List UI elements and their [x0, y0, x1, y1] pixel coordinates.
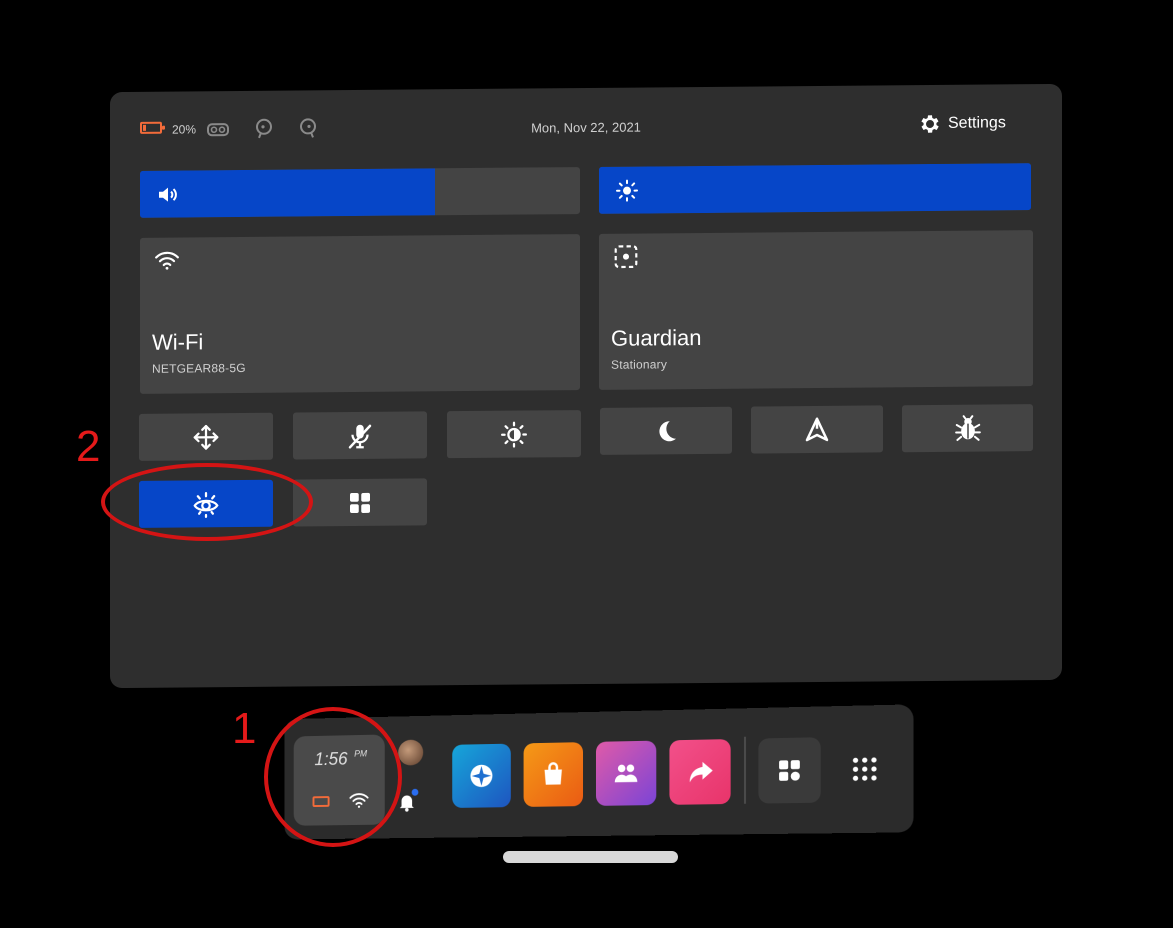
people-icon: [614, 764, 638, 783]
display-brightness-button[interactable]: [447, 410, 581, 459]
guardian-icon: [614, 245, 638, 269]
store-icon: [538, 759, 568, 785]
annotation-label-2: 2: [76, 422, 101, 471]
wifi-icon: [155, 251, 179, 270]
sun-icon: [616, 179, 638, 202]
dock-widgets-button[interactable]: [758, 737, 821, 804]
mic-off-icon: [348, 424, 372, 449]
widgets-icon: [350, 492, 370, 513]
wifi-network-name: NETGEAR88-5G: [152, 360, 246, 376]
move-button[interactable]: [139, 412, 273, 461]
moon-icon: [659, 420, 676, 441]
cast-button[interactable]: [751, 405, 883, 454]
brightness-slider[interactable]: [599, 163, 1031, 214]
explore-icon: [470, 764, 493, 788]
move-icon: [193, 424, 219, 450]
annotation-circle-1: [264, 707, 402, 847]
dock-drag-handle[interactable]: [503, 851, 678, 863]
annotation-circle-2: [101, 463, 313, 541]
avatar[interactable]: [398, 739, 424, 766]
dock-divider: [743, 736, 747, 804]
wifi-tile[interactable]: Wi-Fi NETGEAR88-5G: [140, 234, 580, 394]
settings-button[interactable]: Settings: [918, 111, 1006, 136]
casting-icon: [805, 416, 829, 441]
brightness-icon: [501, 421, 527, 448]
guardian-title: Guardian: [611, 324, 702, 351]
share-icon: [689, 761, 713, 783]
bug-icon: [954, 414, 981, 441]
store-app-button[interactable]: [523, 742, 584, 807]
widgets-button[interactable]: [293, 478, 427, 527]
explore-app-button[interactable]: [452, 743, 511, 808]
bug-report-button[interactable]: [902, 404, 1033, 453]
guardian-tile[interactable]: Guardian Stationary: [599, 230, 1033, 390]
annotation-label-1: 1: [232, 704, 257, 753]
brightness-slider-fill: [599, 163, 1031, 214]
quick-settings-panel: 20% Mon, Nov 22, 2021 Settings Wi-Fi NET…: [110, 83, 1062, 689]
guardian-mode: Stationary: [611, 357, 668, 372]
speaker-icon: [159, 187, 177, 202]
share-app-button[interactable]: [669, 739, 731, 805]
settings-label: Settings: [948, 114, 1006, 132]
night-mode-button[interactable]: [600, 406, 732, 455]
gear-icon: [921, 115, 939, 133]
status-bar: 20% Mon, Nov 22, 2021 Settings: [110, 84, 1062, 172]
apps-grid-icon: [852, 757, 877, 781]
people-app-button[interactable]: [595, 740, 657, 806]
volume-slider[interactable]: [140, 167, 580, 218]
mute-mic-button[interactable]: [293, 411, 427, 460]
widgets-icon: [779, 760, 800, 781]
wifi-title: Wi-Fi: [152, 329, 204, 355]
volume-slider-fill: [140, 168, 435, 218]
apps-library-button[interactable]: [833, 736, 896, 803]
